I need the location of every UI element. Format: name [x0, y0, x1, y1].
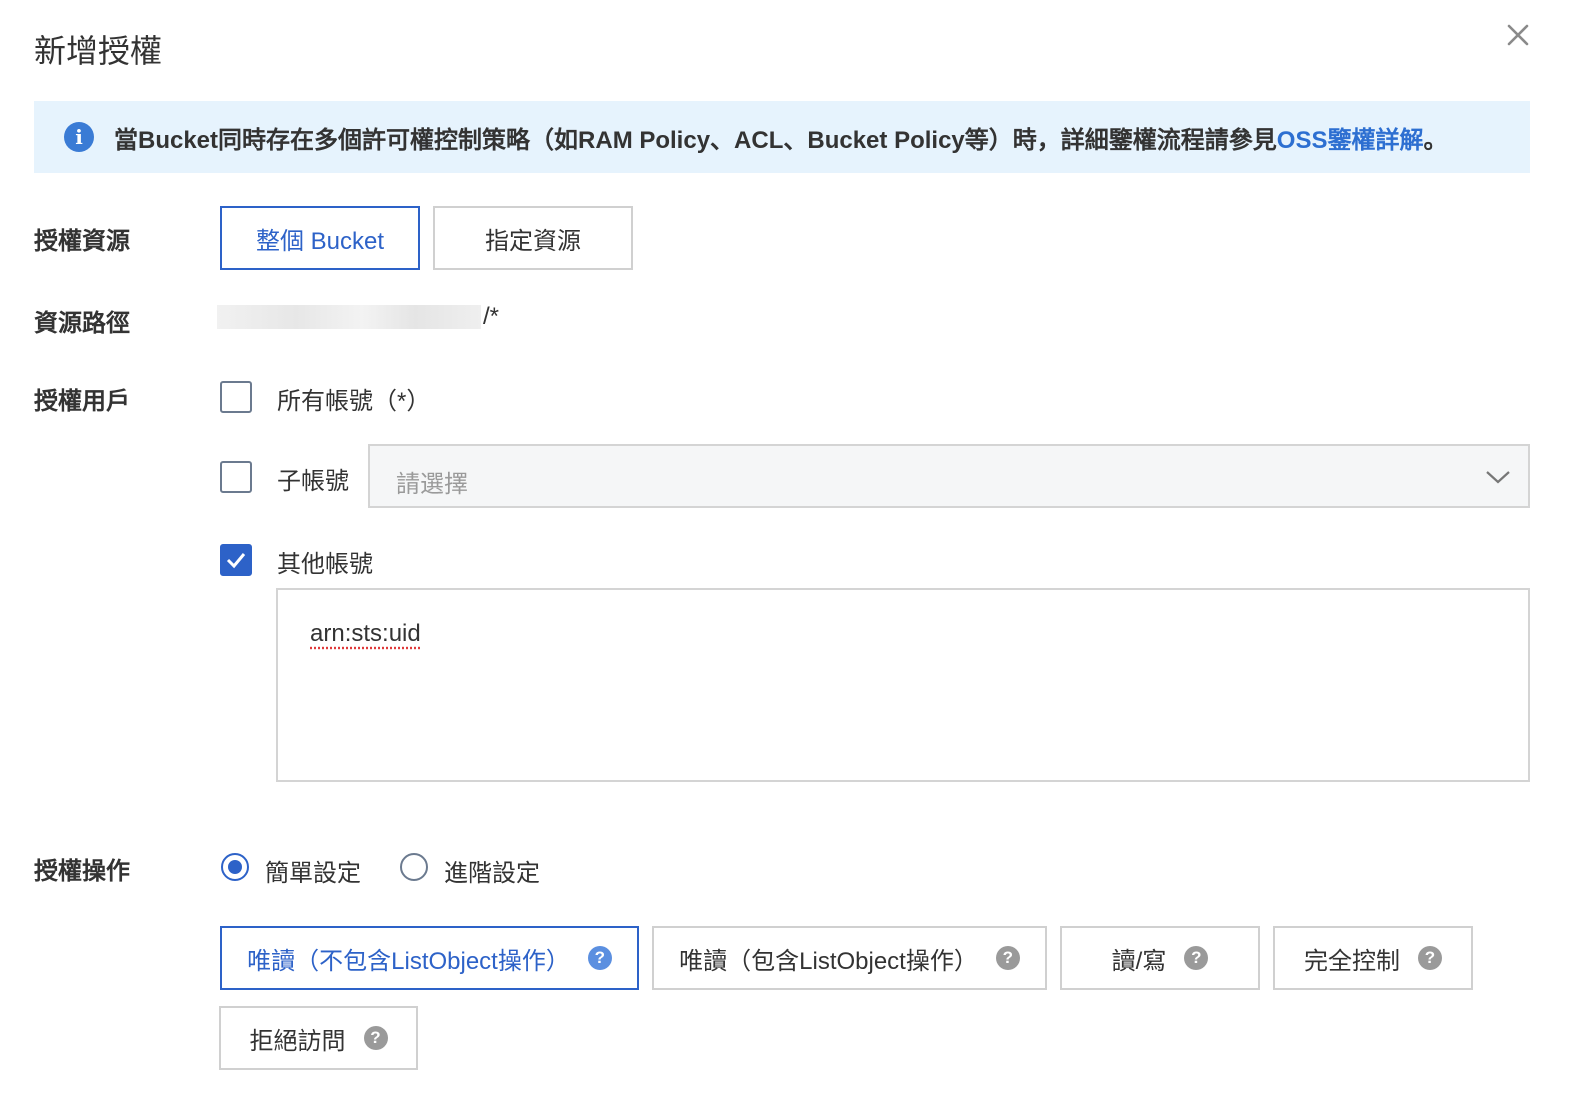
check-icon: [226, 553, 246, 569]
resource-label: 授權資源: [34, 228, 130, 255]
simple-mode-label: 簡單設定: [265, 860, 361, 887]
chevron-down-icon: [1484, 466, 1512, 491]
help-icon[interactable]: ?: [587, 946, 612, 970]
all-accounts-label: 所有帳號（*）: [277, 388, 431, 415]
other-accounts-textarea[interactable]: arn:sts:uid: [276, 588, 1530, 782]
resource-specific-button[interactable]: 指定資源: [433, 206, 633, 270]
close-icon[interactable]: [1500, 18, 1536, 54]
deny-access-button[interactable]: 拒絕訪問?: [219, 1006, 418, 1070]
all-accounts-checkbox[interactable]: [220, 381, 252, 413]
operation-label: 授權操作: [34, 858, 130, 885]
sub-accounts-select[interactable]: 請選擇: [368, 444, 1530, 508]
advanced-mode-radio[interactable]: [400, 853, 428, 881]
help-icon[interactable]: ?: [1418, 946, 1442, 970]
info-icon: i: [64, 122, 94, 152]
advanced-mode-label: 進階設定: [444, 860, 540, 887]
notice-text: 當Bucket同時存在多個許可權控制策略（如RAM Policy、ACL、Buc…: [114, 126, 1448, 154]
dialog-title: 新增授權: [34, 33, 163, 69]
resource-whole-bucket-button[interactable]: 整個 Bucket: [220, 206, 420, 270]
textarea-value: arn:sts:uid: [310, 620, 421, 647]
select-placeholder: 請選擇: [396, 471, 468, 498]
help-icon[interactable]: ?: [995, 946, 1020, 970]
help-icon[interactable]: ?: [363, 1026, 388, 1050]
sub-accounts-checkbox[interactable]: [220, 461, 252, 493]
readonly-with-list-button[interactable]: 唯讀（包含ListObject操作）?: [652, 926, 1047, 990]
simple-mode-radio[interactable]: [221, 853, 249, 881]
info-notice: i 當Bucket同時存在多個許可權控制策略（如RAM Policy、ACL、B…: [34, 101, 1530, 173]
path-suffix: /*: [483, 303, 500, 330]
full-control-button[interactable]: 完全控制?: [1273, 926, 1473, 990]
oss-auth-link[interactable]: OSS鑒權詳解: [1277, 127, 1424, 154]
other-accounts-label: 其他帳號: [277, 551, 373, 578]
read-write-button[interactable]: 讀/寫?: [1060, 926, 1260, 990]
path-label: 資源路徑: [34, 310, 130, 337]
path-redacted: [217, 305, 481, 329]
help-icon[interactable]: ?: [1184, 946, 1209, 970]
other-accounts-checkbox[interactable]: [220, 544, 252, 576]
sub-accounts-label: 子帳號: [277, 468, 349, 495]
users-label: 授權用戶: [34, 388, 130, 415]
readonly-no-list-button[interactable]: 唯讀（不包含ListObject操作）?: [220, 926, 639, 990]
